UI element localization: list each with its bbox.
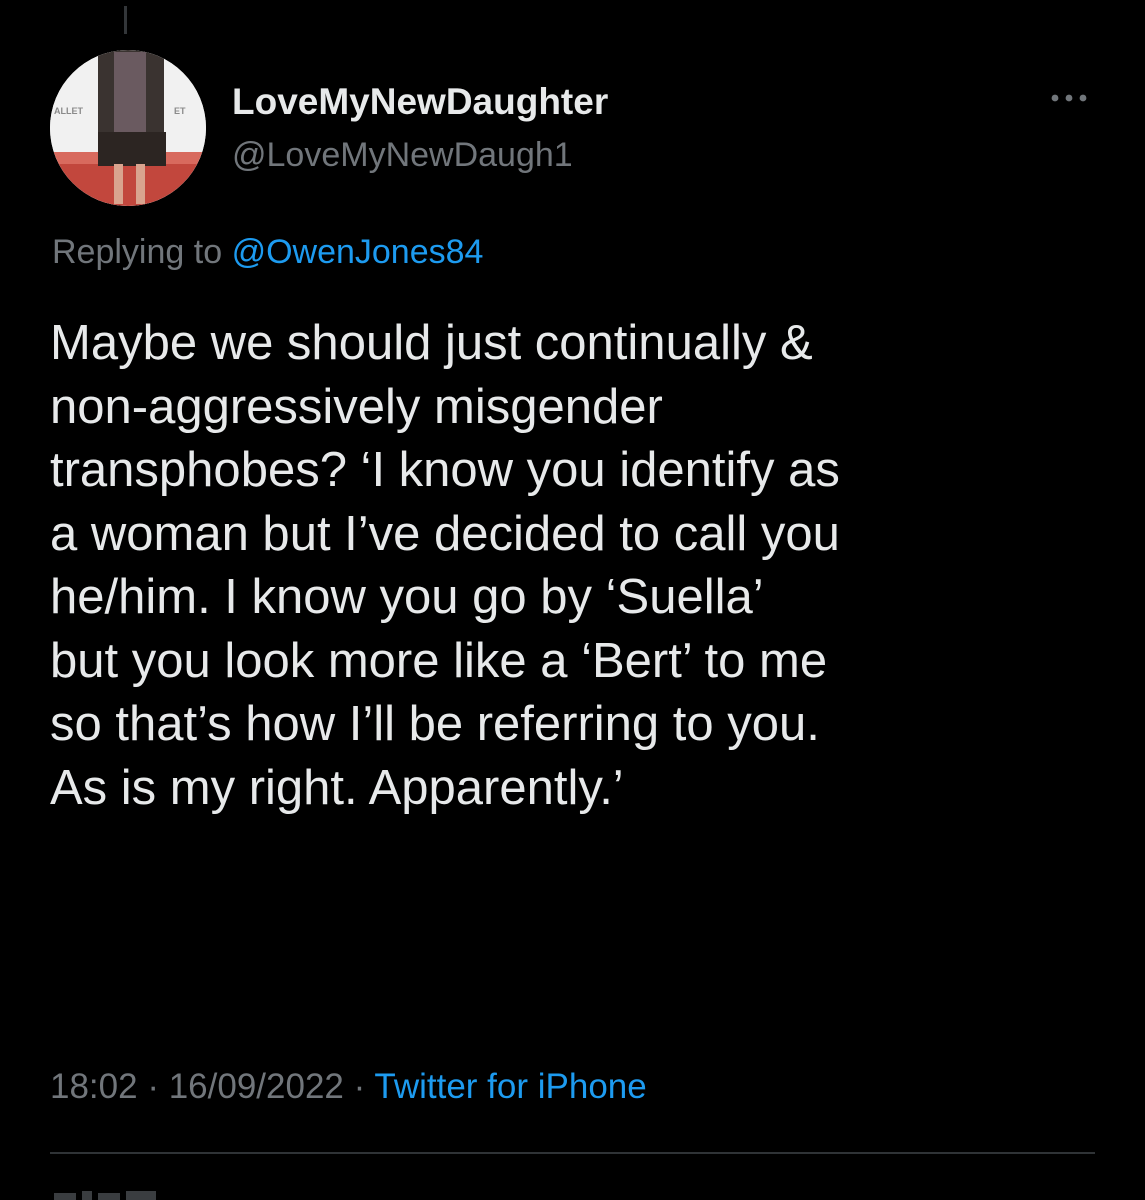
reply-context: Replying to @OwenJones84 (52, 230, 483, 274)
tweet-text-line: so that’s how I’ll be referring to you. (50, 697, 820, 751)
author-handle[interactable]: @LoveMyNewDaugh1 (232, 134, 573, 176)
avatar[interactable]: ALLET ET (50, 50, 206, 206)
thread-connector-line (124, 6, 127, 34)
tweet-text: Maybe we should just continually & non-a… (50, 312, 1120, 820)
svg-text:ALLET: ALLET (54, 106, 83, 116)
reply-mention-link[interactable]: @OwenJones84 (232, 233, 484, 271)
author-display-name[interactable]: LoveMyNewDaughter (232, 80, 608, 124)
tweet-text-line: he/him. I know you go by ‘Suella’ (50, 570, 764, 624)
more-horizontal-icon[interactable] (1046, 88, 1092, 108)
tweet-metadata: 18:02 · 16/09/2022 · Twitter for iPhone (50, 1064, 647, 1110)
tweet-source-link[interactable]: Twitter for iPhone (374, 1067, 646, 1106)
tweet-date[interactable]: 16/09/2022 (169, 1067, 344, 1106)
cut-off-next-row (50, 1188, 190, 1200)
tweet-text-line: As is my right. Apparently.’ (50, 760, 624, 815)
avatar-photo: ALLET ET (50, 50, 206, 206)
tweet-detail: ALLET ET LoveMyNewDaughter @LoveMyNewDau… (0, 0, 1145, 1200)
replying-to-label: Replying to (52, 233, 223, 271)
tweet-time[interactable]: 18:02 (50, 1067, 138, 1106)
tweet-text-line: Maybe we should just continually & (50, 316, 813, 370)
meta-separator: · (147, 1067, 159, 1106)
divider (50, 1152, 1095, 1154)
tweet-text-line: a woman but I’ve decided to call you (50, 506, 840, 561)
meta-separator: · (353, 1067, 366, 1106)
tweet-text-line: but you look more like a ‘Bert’ to me (50, 633, 828, 688)
svg-text:ET: ET (174, 106, 186, 116)
tweet-text-line: non-aggressively misgender (50, 379, 663, 434)
tweet-text-line: transphobes? ‘I know you identify as (50, 443, 840, 497)
